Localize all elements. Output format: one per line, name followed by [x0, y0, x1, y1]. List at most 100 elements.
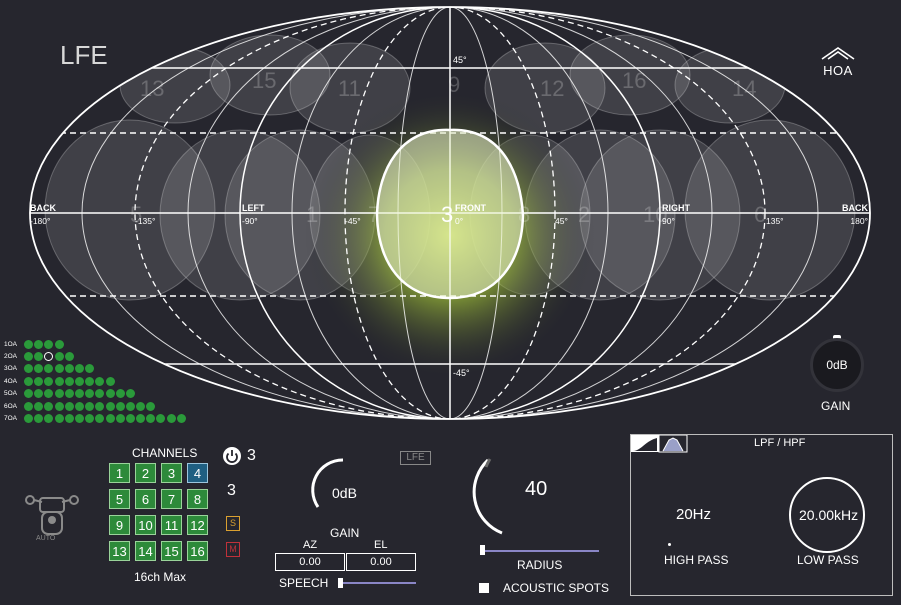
meter-dot: [44, 364, 54, 374]
meter-row: 1OA: [4, 338, 187, 350]
meter-dot: [54, 364, 64, 374]
radius-knob[interactable]: [472, 455, 532, 537]
power-icon[interactable]: [222, 446, 242, 466]
channel-button-10[interactable]: 10: [135, 515, 156, 535]
azimuth-name-label: LEFT: [242, 203, 265, 213]
mode-title: LFE: [60, 40, 108, 70]
meter-dot: [105, 389, 115, 399]
speaker-number: 8: [518, 202, 530, 227]
meter-dot: [34, 364, 44, 374]
azimuth-degree-label: -45°: [345, 216, 361, 226]
channel-button-15[interactable]: 15: [161, 541, 182, 561]
mute-button[interactable]: M: [226, 542, 240, 557]
el-input[interactable]: 0.00: [346, 553, 416, 571]
meter-row-label: 2OA: [4, 353, 18, 361]
meter-row-label: 6OA: [4, 402, 18, 410]
acoustic-spots-checkbox[interactable]: [479, 583, 489, 593]
meter-dot: [24, 389, 33, 399]
meter-dot: [44, 376, 54, 386]
meter-dot: [54, 414, 64, 424]
channel-button-4[interactable]: 4: [187, 463, 208, 483]
meter-dot: [136, 401, 146, 411]
meter-row: 3OA: [4, 363, 187, 375]
meter-dot: [156, 414, 166, 424]
channel-button-2[interactable]: 2: [135, 463, 156, 483]
channel-button-11[interactable]: 11: [161, 515, 182, 535]
hoa-button[interactable]: HOA: [818, 46, 858, 80]
channel-button-1[interactable]: 1: [109, 463, 130, 483]
meter-dot: [95, 389, 105, 399]
selected-channel-marker: 3: [441, 202, 453, 227]
filter-title: LPF / HPF: [754, 437, 806, 449]
meter-dot: [95, 414, 105, 424]
az-input[interactable]: 0.00: [275, 553, 345, 571]
channel-button-5[interactable]: 5: [109, 489, 130, 509]
meter-dot: [136, 414, 146, 424]
acoustic-spots-label: ACOUSTIC SPOTS: [503, 581, 610, 595]
meter-dot: [125, 401, 135, 411]
meter-dot: [24, 352, 33, 362]
channel-button-7[interactable]: 7: [161, 489, 182, 509]
azimuth-name-label: BACK: [30, 203, 56, 213]
high-pass-value: 20Hz: [676, 506, 712, 523]
speaker-number: 7: [368, 202, 380, 227]
azimuth-degree-label: 135°: [766, 216, 784, 226]
meter-dot: [24, 401, 33, 411]
meter-dot: [44, 389, 54, 399]
azimuth-degree-label: -180°: [30, 216, 50, 226]
meter-dot: [176, 414, 186, 424]
meter-dot: [24, 339, 33, 349]
meter-row: 2OA: [4, 350, 187, 362]
source-gain-label: GAIN: [330, 526, 360, 540]
channel-button-12[interactable]: 12: [187, 515, 208, 535]
meter-dot: [44, 414, 54, 424]
azimuth-degree-label: 180°: [850, 216, 868, 226]
hoa-label: HOA: [823, 63, 853, 78]
speaker-number: 9: [448, 72, 460, 97]
meter-dot: [74, 376, 84, 386]
azimuth-name-label: RIGHT: [662, 203, 691, 213]
azimuth-degree-label: 90°: [662, 216, 675, 226]
meter-dot: [64, 401, 74, 411]
source-gain-value: 0dB: [332, 485, 357, 501]
channel-button-8[interactable]: 8: [187, 489, 208, 509]
channel-button-3[interactable]: 3: [161, 463, 182, 483]
meter-dot: [74, 389, 84, 399]
speech-slider-track[interactable]: [338, 582, 416, 584]
meter-row: 7OA: [4, 412, 187, 424]
radius-slider-track[interactable]: [480, 550, 599, 552]
radius-label: RADIUS: [517, 558, 563, 572]
lfe-badge[interactable]: LFE: [400, 451, 431, 465]
power-value: 3: [247, 447, 256, 464]
el-label: EL: [374, 539, 388, 551]
meter-dot: [85, 364, 95, 374]
azimuth-degree-label: 45°: [555, 216, 568, 226]
meter-row-label: 1OA: [4, 340, 18, 348]
gain-knob[interactable]: 0dB: [810, 338, 864, 392]
meter-dot: [24, 414, 33, 424]
elevation-label-top: 45°: [453, 55, 467, 65]
radius-slider-handle[interactable]: [480, 545, 485, 555]
filter-shape-icons[interactable]: [631, 435, 691, 453]
meter-dot: [74, 401, 84, 411]
meter-dot: [34, 339, 44, 349]
channel-button-9[interactable]: 9: [109, 515, 130, 535]
meter-row: 4OA: [4, 375, 187, 387]
channel-button-13[interactable]: 13: [109, 541, 130, 561]
meter-row-label: 4OA: [4, 377, 18, 385]
gain-knob-value: 0dB: [826, 358, 848, 372]
meter-dot: [44, 401, 54, 411]
meter-dot: [64, 389, 74, 399]
channel-button-14[interactable]: 14: [135, 541, 156, 561]
solo-button[interactable]: S: [226, 516, 240, 531]
meter-dot: [24, 376, 33, 386]
meter-dot: [115, 389, 125, 399]
channel-button-16[interactable]: 16: [187, 541, 208, 561]
high-pass-knob[interactable]: [668, 543, 671, 546]
speech-slider-handle[interactable]: [338, 578, 343, 588]
speaker-number: 15: [252, 68, 276, 93]
house-icon: [821, 47, 855, 60]
speaker-number: 2: [578, 202, 590, 227]
channel-button-6[interactable]: 6: [135, 489, 156, 509]
speaker-number: 6: [754, 202, 766, 227]
